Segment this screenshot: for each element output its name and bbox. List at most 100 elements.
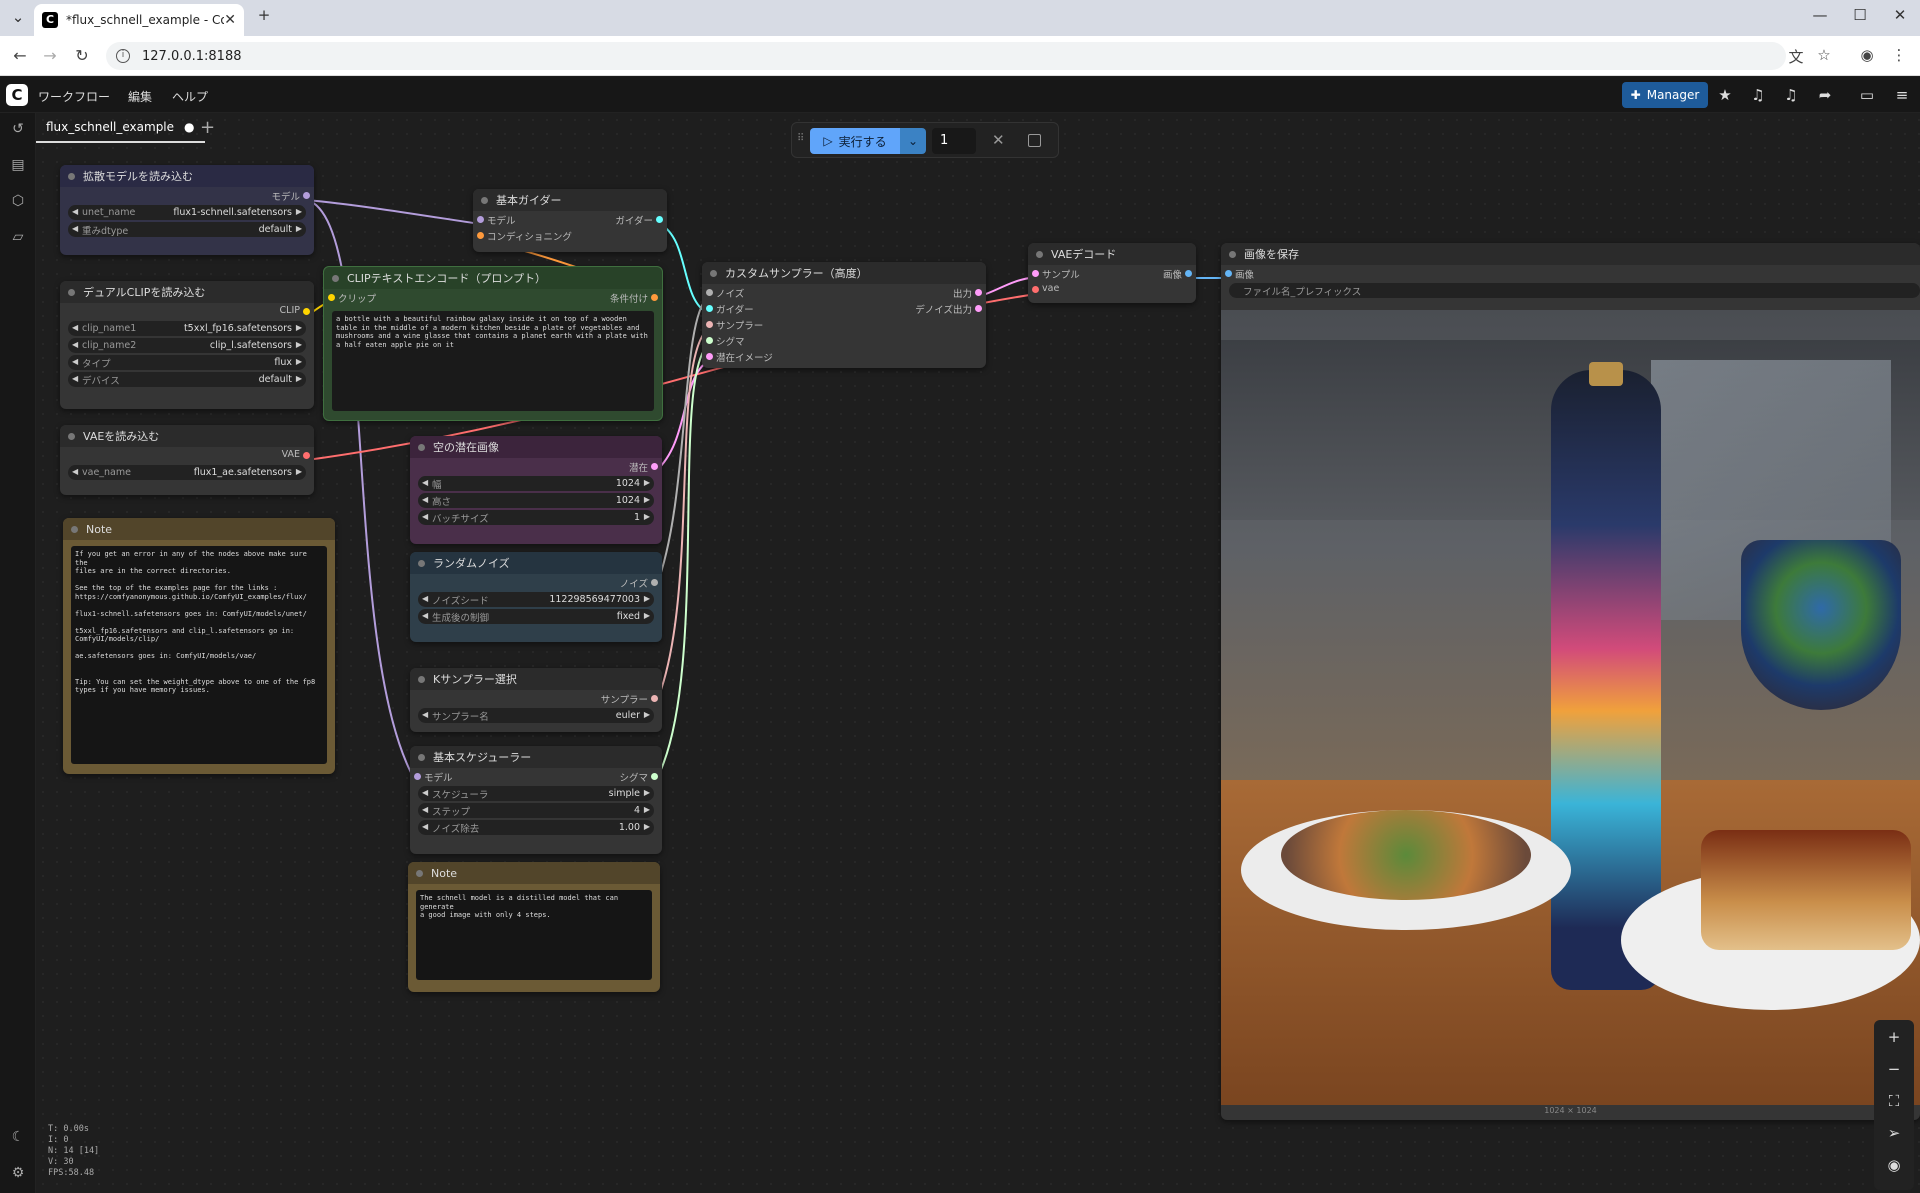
maximize-icon[interactable]: ☐: [1846, 6, 1874, 24]
slot-dot[interactable]: [303, 192, 310, 199]
node-load-vae[interactable]: VAEを読み込む VAE ◀ vae_name flux1_ae.safetenso…: [60, 425, 314, 495]
browser-tab[interactable]: C *flux_schnell_example - ComfyU ✕: [34, 4, 244, 36]
arrow-left-icon[interactable]: ◀: [422, 478, 428, 487]
collapse-dot[interactable]: [1036, 250, 1043, 258]
collapse-dot[interactable]: [68, 288, 75, 296]
arrow-right-icon[interactable]: ▶: [644, 788, 650, 797]
slot-dot[interactable]: [651, 695, 658, 702]
weight-dtype-widget[interactable]: ◀ 重みdtype default ▶: [68, 222, 306, 237]
profile-icon[interactable]: ◉: [1856, 46, 1878, 64]
arrow-left-icon[interactable]: ◀: [72, 357, 78, 366]
node-basic-scheduler[interactable]: 基本スケジューラー モデル シグマ ◀ スケジューラ simple ▶ ◀ ステップ 4 ▶ …: [410, 746, 662, 854]
forward-icon[interactable]: →: [38, 46, 62, 65]
back-icon[interactable]: ←: [8, 46, 32, 65]
input-slot[interactable]: vae: [1028, 281, 1196, 297]
model-manager-icon[interactable]: ♫: [1779, 86, 1803, 104]
device-widget[interactable]: ◀ デバイス default ▶: [68, 372, 306, 387]
node-header[interactable]: Kサンプラー選択: [410, 668, 662, 690]
slot-dot[interactable]: [656, 216, 663, 223]
node-clip-text-encode[interactable]: CLIPテキストエンコード（プロンプト） クリップ 条件付け a bottle w…: [323, 266, 663, 421]
slot-dot[interactable]: [303, 452, 310, 459]
output-slot[interactable]: モデル: [60, 187, 314, 203]
steps-widget[interactable]: ◀ ステップ 4 ▶: [418, 803, 654, 818]
input-slot[interactable]: 画像: [1221, 265, 1920, 281]
input-slot[interactable]: クリップ 条件付け: [324, 289, 662, 305]
node-custom-sampler-advanced[interactable]: カスタムサンプラー（高度） ノイズ 出力 ガイダー デノイズ出力 サンプラー シグマ…: [702, 262, 986, 368]
input-slot[interactable]: シグマ: [702, 332, 986, 348]
arrow-left-icon[interactable]: ◀: [72, 323, 78, 332]
theme-toggle-icon[interactable]: ☾: [8, 1129, 28, 1145]
url-field[interactable]: i 127.0.0.1:8188: [106, 42, 1786, 70]
slot-dot[interactable]: [477, 216, 484, 223]
hamburger-menu-icon[interactable]: ≡: [1890, 86, 1914, 104]
slot-dot[interactable]: [1032, 270, 1039, 277]
input-slot[interactable]: 潜在イメージ: [702, 348, 986, 364]
arrow-right-icon[interactable]: ▶: [296, 323, 302, 332]
reload-icon[interactable]: ↻: [70, 46, 94, 65]
arrow-left-icon[interactable]: ◀: [72, 224, 78, 233]
filename-prefix-widget[interactable]: ファイル名_プレフィックス: [1229, 283, 1920, 298]
node-ksampler-select[interactable]: Kサンプラー選択 サンプラー ◀ サンプラー名 euler ▶: [410, 668, 662, 732]
collapse-dot[interactable]: [710, 269, 717, 277]
site-info-icon[interactable]: i: [116, 49, 130, 63]
pointer-mode-icon[interactable]: ➢: [1880, 1124, 1908, 1142]
input-slot[interactable]: モデル シグマ: [410, 768, 662, 784]
comfy-logo-icon[interactable]: C: [6, 84, 28, 106]
node-header[interactable]: VAEデコード: [1028, 243, 1196, 265]
prompt-text[interactable]: a bottle with a beautiful rainbow galaxy…: [332, 311, 654, 411]
node-note-1[interactable]: Note If you get an error in any of the n…: [63, 518, 335, 774]
output-slot[interactable]: ノイズ: [410, 574, 662, 590]
collapse-dot[interactable]: [68, 432, 75, 440]
new-tab-icon[interactable]: +: [250, 6, 278, 24]
node-random-noise[interactable]: ランダムノイズ ノイズ ◀ ノイズシード 112298569477003 ▶ ◀ 生成後…: [410, 552, 662, 642]
slot-dot[interactable]: [651, 579, 658, 586]
generated-image-preview[interactable]: [1221, 310, 1920, 1105]
collapse-dot[interactable]: [1229, 250, 1236, 258]
node-note-2[interactable]: Note The schnell model is a distilled mo…: [408, 862, 660, 992]
batch-size-widget[interactable]: ◀ バッチサイズ 1 ▶: [418, 510, 654, 525]
slot-dot[interactable]: [1225, 270, 1232, 277]
arrow-right-icon[interactable]: ▶: [644, 611, 650, 620]
zoom-in-icon[interactable]: +: [1880, 1028, 1908, 1046]
tab-search-icon[interactable]: ⌄: [4, 8, 32, 26]
node-load-diffusion-model[interactable]: 拡散モデルを読み込む モデル ◀ unet_name flux1-schnell.s…: [60, 165, 314, 255]
cancel-icon[interactable]: ✕: [992, 131, 1005, 149]
input-slot[interactable]: モデル ガイダー: [473, 211, 667, 227]
noise-seed-widget[interactable]: ◀ ノイズシード 112298569477003 ▶: [418, 592, 654, 607]
scheduler-widget[interactable]: ◀ スケジューラ simple ▶: [418, 786, 654, 801]
arrow-right-icon[interactable]: ▶: [296, 340, 302, 349]
arrow-right-icon[interactable]: ▶: [644, 594, 650, 603]
arrow-right-icon[interactable]: ▶: [296, 467, 302, 476]
close-tab-icon[interactable]: ✕: [224, 12, 236, 28]
collapse-dot[interactable]: [416, 869, 423, 877]
fit-view-icon[interactable]: ⛶: [1880, 1092, 1908, 1110]
share-icon[interactable]: ➦: [1813, 86, 1837, 104]
slot-dot[interactable]: [706, 321, 713, 328]
arrow-right-icon[interactable]: ▶: [644, 822, 650, 831]
node-header[interactable]: 画像を保存: [1221, 243, 1920, 265]
slot-dot[interactable]: [303, 308, 310, 315]
batch-count-input[interactable]: 1: [932, 128, 976, 154]
close-window-icon[interactable]: ✕: [1886, 6, 1914, 24]
manager-button[interactable]: ✚ Manager: [1622, 82, 1708, 108]
output-slot[interactable]: VAE: [60, 447, 314, 463]
output-slot[interactable]: 潜在: [410, 458, 662, 474]
arrow-right-icon[interactable]: ▶: [296, 357, 302, 366]
workflows-folder-icon[interactable]: ▱: [8, 229, 28, 245]
translate-icon[interactable]: 文: [1785, 46, 1807, 67]
slot-dot[interactable]: [651, 463, 658, 470]
slot-dot[interactable]: [1185, 270, 1192, 277]
run-button[interactable]: ▷ 実行する: [810, 128, 900, 154]
arrow-right-icon[interactable]: ▶: [296, 207, 302, 216]
slot-dot[interactable]: [328, 294, 335, 301]
vae-name-widget[interactable]: ◀ vae_name flux1_ae.safetensors ▶: [68, 465, 306, 480]
slot-dot[interactable]: [414, 773, 421, 780]
run-mode-dropdown[interactable]: ⌄: [900, 128, 926, 154]
arrow-left-icon[interactable]: ◀: [422, 805, 428, 814]
arrow-left-icon[interactable]: ◀: [72, 207, 78, 216]
slot-dot[interactable]: [477, 232, 484, 239]
toggle-panel-icon[interactable]: ▭: [1855, 86, 1879, 104]
node-header[interactable]: 空の潜在画像: [410, 436, 662, 458]
node-basic-guider[interactable]: 基本ガイダー モデル ガイダー コンディショニング: [473, 189, 667, 252]
favorite-star-icon[interactable]: ★: [1713, 86, 1737, 104]
